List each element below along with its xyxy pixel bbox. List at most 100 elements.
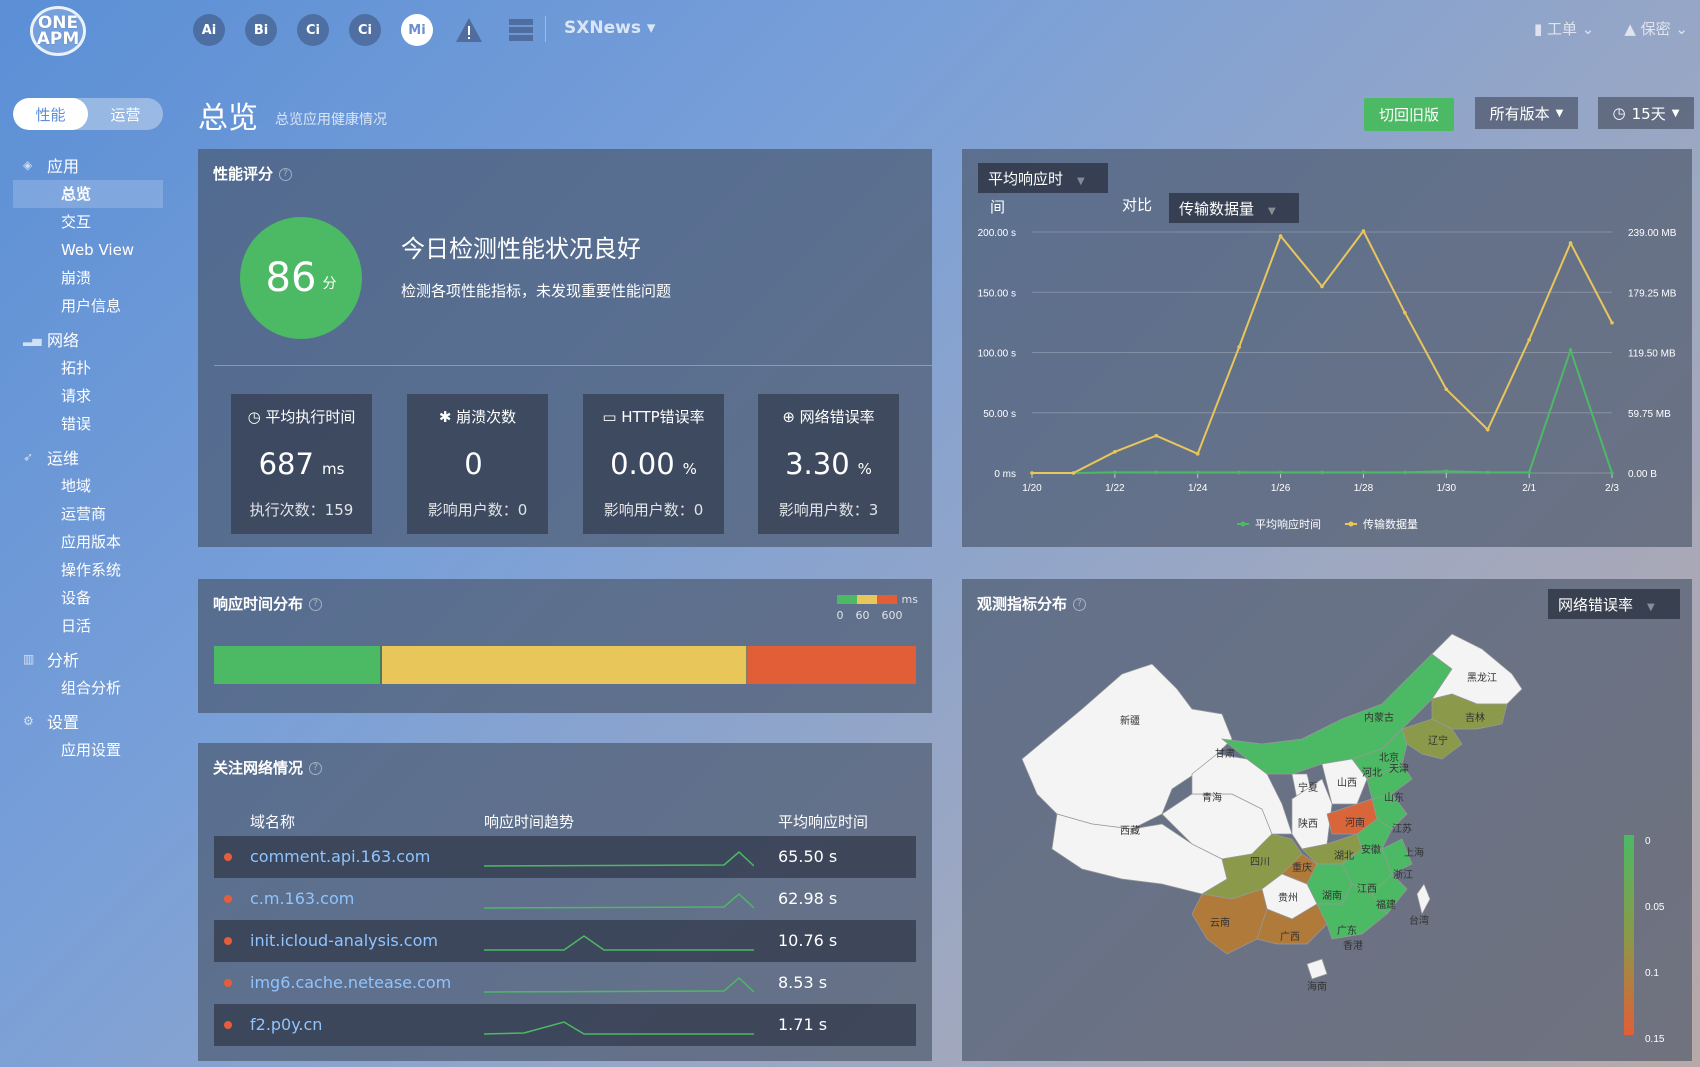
nav-item-topology[interactable]: 拓扑 [13,354,163,382]
help-icon[interactable]: ? [309,598,323,611]
table-row[interactable]: init.icloud-analysis.com 10.76 s [214,920,916,962]
nav-group-settings-label: 设置 [47,713,80,732]
time-range-select[interactable]: ◷ 15天 ▼ [1598,97,1694,129]
metric-network-error[interactable]: ⊕ 网络错误率 3.30% 影响用户数：3 [758,394,899,534]
dist-segment-bad[interactable] [747,646,916,684]
metric-avg-exec[interactable]: ◷ 平均执行时间 687 ms 执行次数：159 [231,394,372,534]
data-point [1113,450,1117,454]
dist-segment-good[interactable] [214,646,383,684]
panel-title: 性能评分? [213,163,293,184]
domain-link[interactable]: f2.p0y.cn [250,1015,322,1034]
y-left-tick: 50.00 s [983,409,1016,420]
nav-item-overview[interactable]: 总览 [13,180,163,208]
dist-legend: ms 0 60 600 [836,593,918,622]
x-tick-label: 1/24 [1188,483,1208,494]
nav-group-network[interactable]: ▂▄ 网络 [13,324,163,354]
product-mi-icon[interactable]: Mi [401,14,433,46]
avg-value: 62.98 s [778,889,838,908]
product-ai-icon[interactable]: Ai [193,14,225,46]
product-bi-icon[interactable]: Bi [245,14,277,46]
nav-group-analysis-label: 分析 [47,651,80,670]
help-icon[interactable]: ? [309,762,323,775]
help-icon[interactable]: ? [279,168,293,181]
table-row[interactable]: f2.p0y.cn 1.71 s [214,1004,916,1046]
nav-item-combo-analysis[interactable]: 组合分析 [13,674,163,702]
nav-item-crash[interactable]: 崩溃 [13,264,163,292]
x-tick-label: 1/22 [1105,483,1125,494]
label-qinghai: 青海 [1202,791,1222,804]
label-xizang: 西藏 [1120,825,1140,837]
servers-icon[interactable] [505,14,537,46]
data-point [1113,470,1117,475]
nav-item-device[interactable]: 设备 [13,584,163,612]
domain-link[interactable]: img6.cache.netease.com [250,973,451,992]
x-tick-label: 2/3 [1605,483,1619,494]
nav-item-webview[interactable]: Web View [13,236,163,264]
nav-group-app[interactable]: ◈ 应用 [13,150,163,180]
app-selector[interactable]: SXNews ▾ [564,18,655,38]
nav-item-dau[interactable]: 日活 [13,612,163,640]
product-ci-icon[interactable]: Ci [297,14,329,46]
sidebar: ◈ 应用 总览 交互 Web View 崩溃 用户信息 ▂▄ 网络 拓扑 请求 错误… [13,150,163,764]
data-point [1154,470,1159,475]
data-point [1403,310,1407,315]
table-row[interactable]: c.m.163.com 62.98 s [214,878,916,920]
data-point [1278,234,1283,238]
metric-unit: % [682,460,697,478]
metric-sub: 执行次数：159 [249,501,354,519]
nav-group-ops[interactable]: ➶ 运维 [13,442,163,472]
nav-item-errors[interactable]: 错误 [13,410,163,438]
nav-item-interaction[interactable]: 交互 [13,208,163,236]
version-select[interactable]: 所有版本 ▼ [1475,97,1578,129]
mode-ops-tab[interactable]: 运营 [88,98,163,130]
metric-value: 0 [464,447,483,481]
table-row[interactable]: img6.cache.netease.com 8.53 s [214,962,916,1004]
legend-label: 传输数据量 [1363,517,1418,531]
nav-item-requests[interactable]: 请求 [13,382,163,410]
avg-value: 1.71 s [778,1015,828,1034]
label-guangdong: 广东 [1337,924,1357,937]
domain-link[interactable]: comment.api.163.com [250,847,430,866]
nav-item-os[interactable]: 操作系统 [13,556,163,584]
label-tianjin: 天津 [1389,763,1409,775]
metric-value: 3.30 [785,447,850,481]
domain-link[interactable]: init.icloud-analysis.com [250,931,438,950]
region-neimenggu [1220,653,1453,775]
nav-item-region[interactable]: 地域 [13,472,163,500]
nav-group-analysis[interactable]: ▥ 分析 [13,644,163,674]
dist-segment-mid[interactable] [382,646,748,684]
metric-crash-count[interactable]: ✱ 崩溃次数 0 影响用户数：0 [407,394,548,534]
nav-item-userinfo[interactable]: 用户信息 [13,292,163,320]
metric-http-error[interactable]: ▭ HTTP错误率 0.00% 影响用户数：0 [583,394,724,534]
page-title: 总览 [198,101,258,136]
label-gansu: 甘肃 [1215,747,1235,760]
nav-item-app-settings[interactable]: 应用设置 [13,736,163,764]
ticket-menu[interactable]: ▮ 工单 ⌄ [1534,18,1594,39]
legend-label: 平均响应时间 [1255,517,1321,531]
alert-triangle-icon[interactable] [453,14,485,46]
nav-group-settings[interactable]: ⚙ 设置 [13,706,163,736]
switch-old-version-button[interactable]: 切回旧版 [1364,98,1454,131]
top-divider [545,16,546,42]
y-left-tick: 150.00 s [978,288,1016,299]
product-ci2-icon[interactable]: Ci [349,14,381,46]
nav-group-ops-label: 运维 [47,449,80,468]
oneapm-logo[interactable]: ONE APM [30,6,86,56]
label-chongqing: 重庆 [1292,861,1312,874]
logo-text-2: APM [36,29,80,49]
metric-value: 687 [258,447,314,481]
nav-item-app-version[interactable]: 应用版本 [13,528,163,556]
map-legend-bar [1624,835,1634,1035]
map-legend-tick: 0 [1645,836,1651,847]
mode-perf-tab[interactable]: 性能 [13,98,88,130]
nav-item-carrier[interactable]: 运营商 [13,500,163,528]
user-menu[interactable]: ▲ 保密 ⌄ [1624,18,1688,39]
score-circle: 86 分 [240,217,362,339]
cube-icon: ◈ [23,158,33,172]
table-row[interactable]: comment.api.163.com 65.50 s [214,836,916,878]
avg-value: 10.76 s [778,931,838,950]
y-left-tick: 0 ms [994,469,1016,480]
domain-link[interactable]: c.m.163.com [250,889,354,908]
metric-map-panel: 观测指标分布? 网络错误率 ▼ 黑龙江 吉林 辽宁 内蒙古 北京 天津 河北 新… [962,579,1692,1061]
label-shaanxi: 陕西 [1298,817,1318,830]
